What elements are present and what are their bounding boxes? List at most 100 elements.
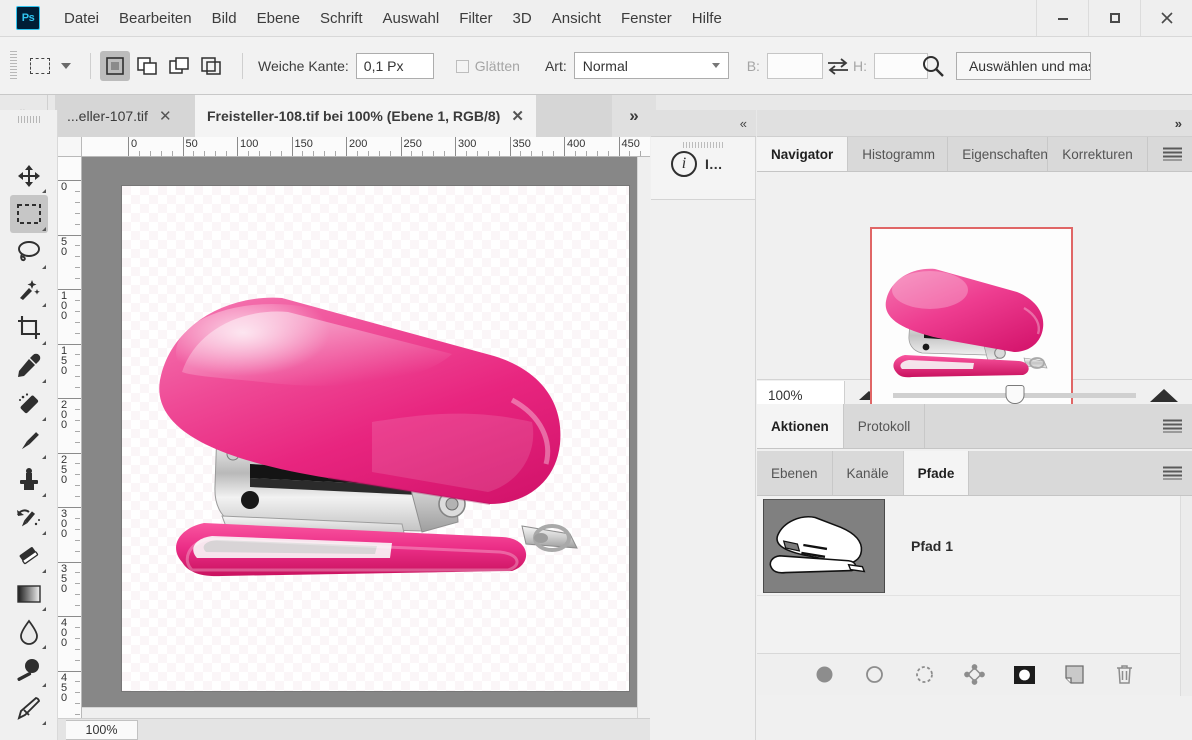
antialias-label[interactable]: Glätten <box>456 58 520 74</box>
eraser-tool[interactable] <box>10 537 48 575</box>
minimize-button[interactable] <box>1036 0 1088 36</box>
tab-kanaele[interactable]: Kanäle <box>833 451 904 495</box>
tool-flyout-icon[interactable] <box>38 721 46 725</box>
subtract-from-selection-button[interactable] <box>164 51 194 81</box>
tool-flyout-icon[interactable] <box>38 303 46 307</box>
gradient-tool[interactable] <box>10 575 48 613</box>
panel-menu-icon[interactable] <box>1163 420 1182 433</box>
brush-tool[interactable] <box>10 423 48 461</box>
tool-flyout-icon[interactable] <box>38 417 46 421</box>
rectangular-marquee-icon[interactable] <box>25 53 55 79</box>
menu-auswahl[interactable]: Auswahl <box>373 5 450 32</box>
document-tab-freisteller-107[interactable]: ...eller-107.tif ✕ <box>55 95 184 137</box>
lasso-tool[interactable] <box>10 233 48 271</box>
fill-path-with-foreground-icon[interactable] <box>814 664 836 686</box>
tab-aktionen[interactable]: Aktionen <box>757 404 844 448</box>
collapse-panels-icon[interactable]: « <box>651 110 756 137</box>
rectangular-marquee-tool[interactable] <box>10 195 48 233</box>
navigator-zoom-slider[interactable] <box>893 393 1136 398</box>
artboard[interactable] <box>122 186 629 691</box>
tool-flyout-icon[interactable] <box>38 341 46 345</box>
menu-ebene[interactable]: Ebene <box>247 5 310 32</box>
close-icon[interactable]: ✕ <box>511 107 524 125</box>
tool-flyout-icon[interactable] <box>38 645 46 649</box>
menu-bearbeiten[interactable]: Bearbeiten <box>109 5 202 32</box>
expand-panels-icon[interactable]: » <box>757 110 1192 137</box>
tool-flyout-icon[interactable] <box>38 189 46 193</box>
document-tabs-overflow-icon[interactable]: » <box>612 95 656 137</box>
tool-preset-chevron-down-icon[interactable] <box>61 63 71 69</box>
menu-3d[interactable]: 3D <box>503 5 542 32</box>
info-icon[interactable]: i <box>671 151 697 177</box>
info-panel-collapsed[interactable]: i I... <box>651 137 755 200</box>
delete-path-icon[interactable] <box>1114 664 1136 686</box>
panel-menu-icon[interactable] <box>1163 148 1182 161</box>
panel-menu-icon[interactable] <box>1163 467 1182 480</box>
tab-histogramm[interactable]: Histogramm <box>848 137 948 171</box>
menu-bild[interactable]: Bild <box>202 5 247 32</box>
quick-selection-tool[interactable] <box>10 271 48 309</box>
path-row[interactable]: Pfad 1 <box>757 496 1192 596</box>
move-tool[interactable] <box>10 157 48 195</box>
canvas-area[interactable] <box>82 157 637 720</box>
canvas-vertical-scrollbar[interactable] <box>637 157 650 720</box>
menu-hilfe[interactable]: Hilfe <box>682 5 732 32</box>
maximize-button[interactable] <box>1088 0 1140 36</box>
tool-flyout-icon[interactable] <box>38 607 46 611</box>
new-selection-button[interactable] <box>100 51 130 81</box>
search-icon[interactable] <box>920 53 946 79</box>
navigator-zoom-slider-knob[interactable] <box>1005 385 1024 404</box>
zoom-level-field[interactable]: 100% <box>66 720 138 740</box>
add-layer-mask-icon[interactable] <box>1014 664 1036 686</box>
style-select[interactable]: Normal <box>574 52 729 79</box>
document-tab-freisteller-108[interactable]: Freisteller-108.tif bei 100% (Ebene 1, R… <box>195 95 536 137</box>
feather-input[interactable]: 0,1 Px <box>356 53 434 79</box>
load-path-as-selection-icon[interactable] <box>914 664 936 686</box>
tab-korrekturen[interactable]: Korrekturen <box>1048 137 1148 171</box>
tool-flyout-icon[interactable] <box>38 265 46 269</box>
tool-flyout-icon[interactable] <box>38 227 46 231</box>
menu-schrift[interactable]: Schrift <box>310 5 373 32</box>
tool-flyout-icon[interactable] <box>38 531 46 535</box>
navigator-preview[interactable] <box>757 172 1192 379</box>
close-button[interactable] <box>1140 0 1192 36</box>
intersect-with-selection-button[interactable] <box>196 51 226 81</box>
tool-flyout-icon[interactable] <box>38 493 46 497</box>
tool-flyout-icon[interactable] <box>38 683 46 687</box>
tab-ebenen[interactable]: Ebenen <box>757 451 833 495</box>
horizontal-ruler[interactable]: 05010015020025030035040045050 <box>82 137 650 157</box>
menu-fenster[interactable]: Fenster <box>611 5 682 32</box>
menu-filter[interactable]: Filter <box>449 5 502 32</box>
clone-stamp-tool[interactable] <box>10 461 48 499</box>
ruler-origin[interactable] <box>58 137 82 157</box>
dodge-tool[interactable] <box>10 651 48 689</box>
menu-ansicht[interactable]: Ansicht <box>542 5 611 32</box>
vertical-ruler[interactable]: 05010015020025030035040045050 <box>58 157 82 720</box>
navigator-thumbnail[interactable] <box>870 227 1073 420</box>
tool-flyout-icon[interactable] <box>38 569 46 573</box>
swap-arrows-icon[interactable] <box>823 57 853 75</box>
stroke-path-with-brush-icon[interactable] <box>864 664 886 686</box>
tab-navigator[interactable]: Navigator <box>757 137 848 171</box>
width-input[interactable] <box>767 53 823 79</box>
tools-panel-grip[interactable] <box>18 116 40 123</box>
tab-protokoll[interactable]: Protokoll <box>844 404 926 448</box>
crop-tool[interactable] <box>10 309 48 347</box>
zoom-in-triangle-icon[interactable] <box>1150 389 1178 402</box>
paths-panel-scrollbar[interactable] <box>1180 496 1192 696</box>
tool-flyout-icon[interactable] <box>38 379 46 383</box>
spot-healing-brush-tool[interactable] <box>10 385 48 423</box>
close-icon[interactable]: ✕ <box>159 107 172 125</box>
pen-tool[interactable] <box>10 689 48 727</box>
history-brush-tool[interactable] <box>10 499 48 537</box>
menu-datei[interactable]: Datei <box>54 5 109 32</box>
tab-eigenschaften[interactable]: Eigenschaften <box>948 137 1048 171</box>
eyedropper-tool[interactable] <box>10 347 48 385</box>
panel-grip[interactable] <box>683 142 723 148</box>
blur-tool[interactable] <box>10 613 48 651</box>
add-to-selection-button[interactable] <box>132 51 162 81</box>
antialias-checkbox[interactable] <box>456 60 469 73</box>
make-work-path-from-selection-icon[interactable] <box>964 664 986 686</box>
create-new-path-icon[interactable] <box>1064 664 1086 686</box>
options-bar-grip[interactable] <box>10 51 17 81</box>
